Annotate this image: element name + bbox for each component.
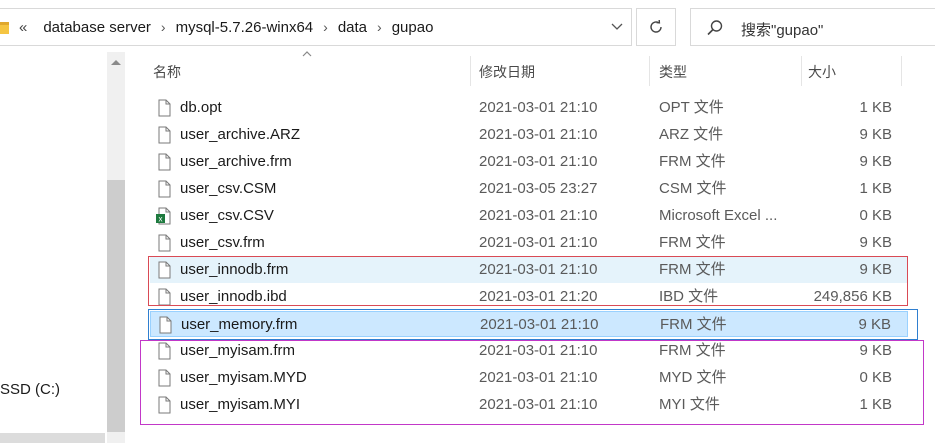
breadcrumb-mysql[interactable]: mysql-5.7.26-winx64 — [176, 19, 314, 36]
file-size: 9 KB — [859, 153, 892, 170]
excel-file-icon: x — [156, 207, 172, 225]
file-size: 9 KB — [859, 234, 892, 251]
refresh-icon — [650, 19, 662, 33]
search-input[interactable]: 搜索"gupao" — [690, 8, 935, 46]
file-row[interactable]: user_archive.frm 2021-03-01 21:10 FRM 文件 9 … — [150, 149, 908, 175]
file-size: 1 KB — [859, 180, 892, 197]
chevron-right-icon[interactable]: › — [367, 19, 392, 35]
nav-scrollbar-thumb[interactable] — [107, 180, 125, 432]
file-type: OPT 文件 — [659, 99, 724, 116]
file-name: user_csv.CSM — [180, 180, 277, 197]
breadcrumb: « database server › mysql-5.7.26-winx64 … — [19, 9, 433, 45]
annotation-memory-box — [148, 309, 918, 340]
file-row[interactable]: user_csv.frm 2021-03-01 21:10 FRM 文件 9 KB — [150, 230, 908, 256]
search-placeholder: 搜索"gupao" — [741, 22, 824, 39]
column-header-type[interactable]: 类型 — [659, 62, 687, 82]
file-icon — [156, 153, 172, 171]
breadcrumb-data[interactable]: data — [338, 19, 367, 36]
svg-text:x: x — [159, 215, 163, 224]
file-type: FRM 文件 — [659, 153, 726, 170]
file-modified-date: 2021-03-01 21:10 — [479, 207, 598, 224]
column-divider[interactable] — [901, 56, 902, 86]
column-header-modified[interactable]: 修改日期 — [479, 62, 535, 82]
file-type: Microsoft Excel ... — [659, 207, 778, 224]
file-row[interactable]: db.opt 2021-03-01 21:10 OPT 文件 1 KB — [150, 95, 908, 121]
breadcrumb-database-server[interactable]: database server — [43, 19, 151, 36]
file-icon — [156, 126, 172, 144]
search-icon — [707, 20, 723, 36]
file-size: 0 KB — [859, 207, 892, 224]
file-icon — [156, 99, 172, 117]
file-name: user_archive.frm — [180, 153, 292, 170]
file-name: db.opt — [180, 99, 222, 116]
file-type: CSM 文件 — [659, 180, 727, 197]
file-modified-date: 2021-03-05 23:27 — [479, 180, 598, 197]
file-name: user_archive.ARZ — [180, 126, 301, 143]
file-modified-date: 2021-03-01 21:10 — [479, 126, 598, 143]
nav-horizontal-scrollbar[interactable] — [0, 433, 105, 443]
address-history-button[interactable] — [602, 9, 632, 45]
chevron-down-icon — [611, 23, 623, 30]
column-divider[interactable] — [649, 56, 650, 86]
nav-item-drive-c[interactable]: SSD (C:) — [0, 381, 60, 398]
file-modified-date: 2021-03-01 21:10 — [479, 234, 598, 251]
file-modified-date: 2021-03-01 21:10 — [479, 99, 598, 116]
file-modified-date: 2021-03-01 21:10 — [479, 153, 598, 170]
column-divider[interactable] — [470, 56, 471, 86]
file-name: user_csv.CSV — [180, 207, 274, 224]
file-type: ARZ 文件 — [659, 126, 724, 143]
chevron-right-icon[interactable]: › — [313, 19, 338, 35]
address-bar[interactable]: « database server › mysql-5.7.26-winx64 … — [0, 8, 632, 46]
file-row[interactable]: user_archive.ARZ 2021-03-01 21:10 ARZ 文件 9 … — [150, 122, 908, 148]
file-row[interactable]: x user_csv.CSV 2021-03-01 21:10 Microsoft E… — [150, 203, 908, 229]
scroll-up-icon[interactable] — [110, 58, 122, 66]
annotation-innodb-box — [148, 256, 908, 306]
file-size: 9 KB — [859, 126, 892, 143]
file-size: 1 KB — [859, 99, 892, 116]
chevron-right-icon[interactable]: › — [151, 19, 176, 35]
sort-ascending-icon — [302, 51, 312, 57]
file-icon — [156, 180, 172, 198]
file-icon — [156, 234, 172, 252]
folder-icon — [0, 22, 9, 34]
annotation-myisam-box — [140, 340, 924, 425]
file-type: FRM 文件 — [659, 234, 726, 251]
file-name: user_csv.frm — [180, 234, 265, 251]
column-header-size[interactable]: 大小 — [808, 62, 836, 82]
refresh-button[interactable] — [636, 8, 676, 46]
column-divider[interactable] — [801, 56, 802, 86]
breadcrumb-gupao[interactable]: gupao — [392, 19, 434, 36]
file-row[interactable]: user_csv.CSM 2021-03-05 23:27 CSM 文件 1 KB — [150, 176, 908, 202]
column-header-name[interactable]: 名称 — [153, 62, 181, 82]
breadcrumb-overflow[interactable]: « — [19, 19, 27, 36]
